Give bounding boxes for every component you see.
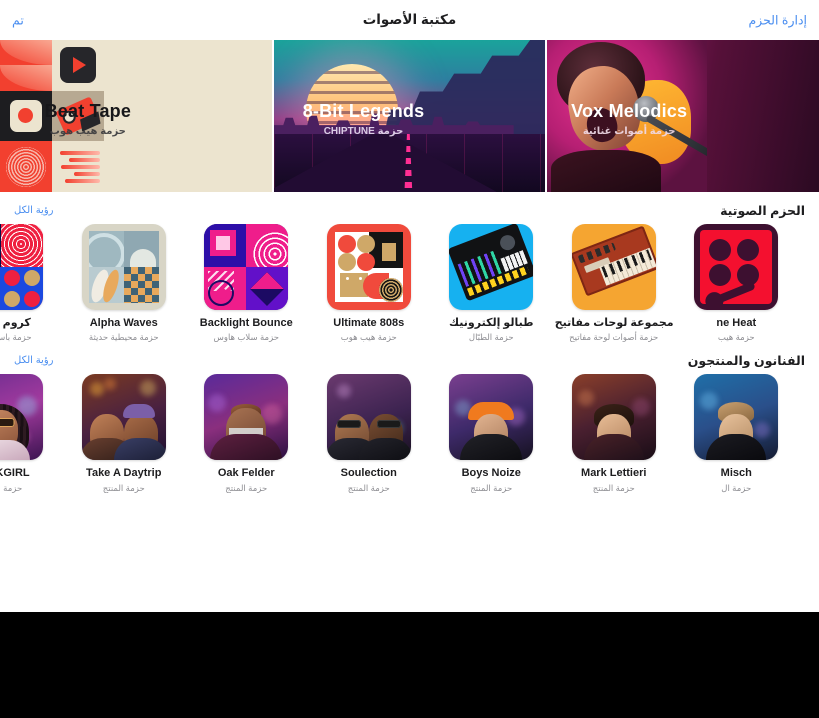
pack-title: طبالو إلكترونيك: [449, 317, 534, 329]
see-all-sound-packs[interactable]: رؤية الكل: [14, 205, 54, 216]
play-icon: [59, 47, 96, 84]
artist-photo: [326, 374, 411, 461]
artist-subtitle: حزمة المنتج: [470, 482, 513, 493]
cassette-icon: [55, 96, 101, 136]
pack-subtitle: حزمة الطبّال: [468, 332, 514, 343]
artist-name: Misch: [720, 467, 752, 480]
pack-artwork: [326, 224, 411, 310]
artist-card[interactable]: Mark Lettieri حزمة المنتج: [553, 374, 676, 493]
section-header-artists: الفنانون والمنتجون رؤية الكل: [0, 342, 819, 375]
sound-pack-card[interactable]: Backlight Bounce حزمة سلاب هاوس: [185, 224, 308, 342]
artist-name: Oak Felder: [217, 467, 275, 480]
pack-title: مجموعة لوحات مفاتيح: [554, 317, 674, 329]
artist-subtitle: حزمة المنتج: [225, 482, 268, 493]
hero-banner-vox-melodics[interactable]: Vox Melodics حزمة أصوات غنائية: [547, 40, 819, 192]
artist-name: TRAKGIRL: [0, 467, 30, 480]
pack-artwork: [449, 224, 534, 310]
artist-name: Mark Lettieri: [581, 467, 647, 480]
record-icon: [18, 108, 34, 124]
artist-subtitle: حزمة المنتج: [592, 482, 635, 493]
artist-subtitle: حزمة المنتج: [102, 482, 145, 493]
pack-title: ne Heat: [716, 317, 757, 329]
pack-subtitle: حزمة محيطية حديثة: [88, 332, 159, 343]
section-title: الحزم الصوتية: [720, 204, 805, 218]
artist-card[interactable]: TRAKGIRL حزمة المنتج: [0, 374, 63, 493]
sound-library-sheet: تم مكتبة الأصوات إدارة الحزم Vox Melodic…: [0, 0, 819, 612]
vox-artwork: [547, 40, 708, 192]
toolbar: تم مكتبة الأصوات إدارة الحزم: [0, 0, 819, 40]
artist-card[interactable]: Boys Noize حزمة المنتج: [430, 374, 553, 493]
artist-name: Soulection: [340, 467, 397, 480]
sound-pack-card[interactable]: Ultimate 808s حزمة هيب هوب: [308, 224, 431, 342]
pack-subtitle: حزمة أصوات لوحة مفاتيح: [569, 332, 659, 343]
pack-title: Alpha Waves: [89, 317, 158, 329]
section-title: الفنانون والمنتجون: [687, 354, 805, 369]
artist-photo: [449, 374, 534, 461]
artist-subtitle: حزمة المنتج: [0, 482, 23, 493]
artist-photo: [694, 374, 779, 461]
see-all-artists[interactable]: رؤية الكل: [14, 355, 54, 366]
hero-banner-beat-tape[interactable]: Beat Tape حزمة هيب هوب: [0, 40, 272, 192]
pack-subtitle: حزمة باس هاوس: [0, 332, 32, 343]
vinyl-icon: [5, 146, 46, 187]
sound-pack-card[interactable]: ne Heat حزمة هيب: [675, 224, 798, 342]
artist-photo: [571, 374, 656, 461]
sound-pack-card[interactable]: طبالو إلكترونيك حزمة الطبّال: [430, 224, 553, 342]
pack-title: Ultimate 808s: [333, 317, 405, 329]
page-title: مكتبة الأصوات: [362, 11, 457, 27]
artists-row: TRAKGIRL حزمة المنتج: [0, 374, 819, 493]
artist-card[interactable]: Oak Felder حزمة المنتج: [185, 374, 308, 493]
pack-title: كروم فراي: [0, 317, 31, 329]
artist-subtitle: حزمة ال: [721, 482, 752, 493]
artist-card[interactable]: Soulection حزمة المنتج: [308, 374, 431, 493]
hero-banner-8bit-legends[interactable]: 8-Bit Legends حزمة CHIPTUNE: [273, 40, 546, 192]
artist-name: Boys Noize: [461, 467, 521, 480]
artist-photo: [81, 374, 166, 461]
featured-banner-row: Vox Melodics حزمة أصوات غنائية 8-Bit Leg…: [0, 40, 819, 192]
sound-pack-card[interactable]: Alpha Waves حزمة محيطية حديثة: [63, 224, 186, 342]
pack-artwork: [81, 224, 166, 310]
done-button[interactable]: تم: [12, 12, 24, 27]
beat-tape-artwork: [0, 40, 104, 192]
artist-photo: [0, 374, 44, 461]
pack-artwork: [571, 224, 656, 310]
artist-name: Take A Daytrip: [86, 467, 162, 480]
artist-card[interactable]: Misch حزمة ال: [675, 374, 798, 493]
section-header-sound-packs: الحزم الصوتية رؤية الكل: [0, 192, 819, 224]
pack-subtitle: حزمة هيب هوب: [340, 332, 397, 343]
sound-pack-card[interactable]: كروم فراي حزمة باس هاوس: [0, 224, 63, 342]
artist-photo: [204, 374, 289, 461]
artist-subtitle: حزمة المنتج: [347, 482, 390, 493]
sound-packs-row: كروم فراي حزمة باس هاوس Alpha Waves حزمة…: [0, 224, 819, 342]
screen-root: تم مكتبة الأصوات إدارة الحزم Vox Melodic…: [0, 0, 819, 718]
pack-subtitle: حزمة هيب: [717, 332, 755, 343]
pack-artwork: [204, 224, 289, 310]
pack-subtitle: حزمة سلاب هاوس: [213, 332, 280, 343]
pack-title: Backlight Bounce: [199, 317, 293, 329]
sound-pack-card[interactable]: مجموعة لوحات مفاتيح حزمة أصوات لوحة مفات…: [553, 224, 676, 342]
pack-artwork: [0, 224, 44, 310]
pack-artwork: [694, 224, 779, 310]
artist-card[interactable]: Take A Daytrip حزمة المنتج: [63, 374, 186, 493]
manage-packs-button[interactable]: إدارة الحزم: [748, 12, 807, 27]
